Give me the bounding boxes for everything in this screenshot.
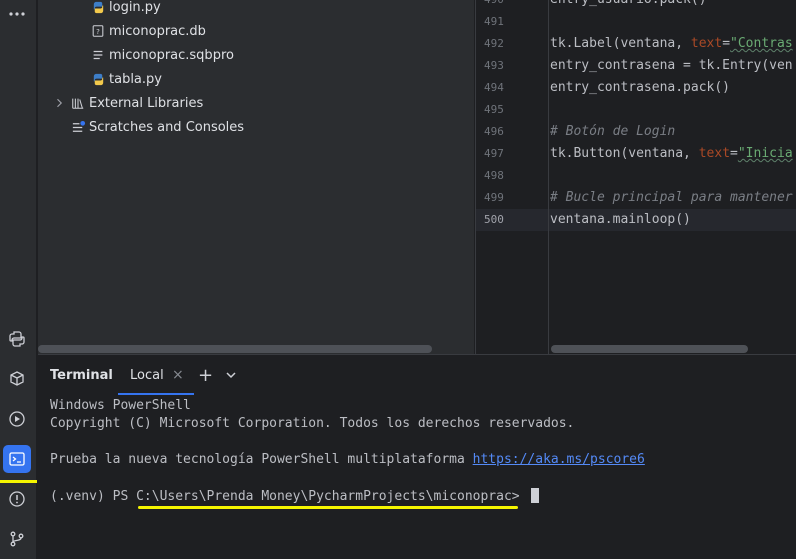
line-number: 494 — [484, 81, 504, 94]
line-number-gutter: 490 491 492 493 494 495 496 497 498 499 500 — [476, 0, 548, 354]
tool-window-strip — [0, 0, 37, 559]
code-line: # Bucle principal para mantener — [550, 190, 793, 205]
git-icon[interactable] — [3, 525, 31, 553]
code-comment: # Bucle principal para mantener — [550, 190, 793, 205]
library-icon — [70, 95, 86, 111]
path-highlight-underline — [138, 506, 518, 509]
code-line: tk.Label(ventana, text="Contras — [550, 36, 793, 51]
svg-text:?: ? — [96, 28, 100, 36]
code-line: # Botón de Login — [550, 124, 675, 139]
more-icon[interactable] — [3, 0, 31, 28]
scratches-icon — [70, 119, 86, 135]
terminal-prompt: (.venv) PS C:\Users\Prenda Money\Pycharm… — [50, 489, 528, 504]
active-tab-indicator — [118, 393, 194, 395]
terminal-panel: Terminal Local × + Windows PowerShell Co… — [38, 355, 796, 559]
code-token: = — [722, 36, 731, 51]
terminal-line: Prueba la nueva tecnología PowerShell mu… — [50, 452, 645, 467]
tree-item-label: Scratches and Consoles — [89, 119, 245, 135]
unknown-file-icon: ? — [90, 23, 106, 39]
gutter-separator — [548, 0, 549, 354]
tree-item-external-libraries[interactable]: External Libraries — [52, 92, 203, 114]
python-packages-icon[interactable] — [3, 365, 31, 393]
tab-local[interactable]: Local × — [118, 355, 194, 395]
code-token: ventana.mainloop() — [550, 212, 691, 227]
close-icon[interactable]: × — [172, 367, 184, 383]
code-comment: # Botón de Login — [550, 124, 676, 139]
editor-horizontal-scrollbar[interactable] — [551, 345, 748, 353]
code-line: entry_usuario.pack() — [550, 0, 707, 7]
line-number: 491 — [484, 15, 504, 28]
code-line: entry_contrasena = tk.Entry(ven — [550, 58, 793, 73]
code-editor[interactable]: 490 491 492 493 494 495 496 497 498 499 500 entry_… — [475, 0, 796, 354]
terminal-line: Copyright (C) Microsoft Corporation. Tod… — [50, 416, 575, 431]
terminal-prompt-line[interactable]: (.venv) PS C:\Users\Prenda Money\Pycharm… — [50, 488, 540, 504]
tree-item-miconoprac-sqbpro[interactable]: miconoprac.sqbpro — [90, 44, 234, 66]
chevron-down-icon[interactable] — [224, 367, 238, 381]
line-number: 496 — [484, 125, 504, 138]
text-file-icon — [90, 47, 106, 63]
tree-item-label: tabla.py — [109, 71, 162, 87]
line-number: 497 — [484, 147, 504, 160]
highlight-underline-mark — [0, 480, 37, 483]
code-token: tk.Label(ventana, — [550, 36, 691, 51]
code-token: entry_usuario.pack() — [550, 0, 707, 7]
python-file-icon — [90, 0, 106, 15]
terminal-title: Terminal — [50, 368, 113, 383]
services-icon[interactable] — [3, 405, 31, 433]
new-tab-button[interactable]: + — [198, 365, 213, 386]
line-number: 498 — [484, 169, 504, 182]
terminal-text: Prueba la nueva tecnología PowerShell mu… — [50, 452, 473, 467]
tab-local-label: Local — [130, 368, 164, 383]
code-token: entry_contrasena.pack() — [550, 80, 731, 95]
tree-item-label: login.py — [109, 0, 161, 15]
code-string: "Inicia — [737, 146, 793, 161]
tree-item-label: miconoprac.db — [109, 23, 206, 39]
python-file-icon — [90, 71, 106, 87]
line-number: 490 — [484, 0, 504, 6]
code-token: entry_contrasena = tk.Entry(ven — [550, 58, 793, 73]
chevron-right-icon[interactable] — [52, 95, 66, 111]
code-keyword-arg: text — [698, 146, 731, 161]
code-keyword-arg: text — [690, 36, 723, 51]
tree-item-scratches-and-consoles[interactable]: Scratches and Consoles — [70, 116, 244, 138]
line-number: 499 — [484, 191, 504, 204]
code-line: ventana.mainloop() — [550, 212, 691, 227]
python-console-icon[interactable] — [3, 325, 31, 353]
tree-item-miconoprac-db[interactable]: ? miconoprac.db — [90, 20, 206, 42]
problems-icon[interactable] — [3, 485, 31, 513]
tree-horizontal-scrollbar[interactable] — [38, 345, 432, 353]
tree-item-label: miconoprac.sqbpro — [109, 47, 234, 63]
line-number: 493 — [484, 59, 504, 72]
tree-item-login-py[interactable]: login.py — [90, 0, 161, 18]
code-token: = — [730, 146, 738, 161]
tree-item-label: External Libraries — [89, 95, 204, 111]
pscore6-link[interactable]: https://aka.ms/pscore6 — [473, 452, 645, 467]
tree-item-tabla-py[interactable]: tabla.py — [90, 68, 162, 90]
terminal-tab-bar: Terminal Local × + — [38, 355, 796, 395]
line-number: 492 — [484, 37, 504, 50]
project-tree: login.py ? miconoprac.db miconoprac.sqbp… — [38, 0, 474, 354]
line-number: 495 — [484, 103, 504, 116]
code-string: "Contras — [730, 36, 793, 51]
code-line: tk.Button(ventana, text="Inicia — [550, 146, 793, 161]
code-token: tk.Button(ventana, — [550, 146, 699, 161]
line-number: 500 — [484, 213, 504, 226]
terminal-line: Windows PowerShell — [50, 398, 191, 413]
terminal-icon[interactable] — [3, 445, 31, 473]
terminal-caret — [531, 488, 540, 503]
code-line: entry_contrasena.pack() — [550, 80, 730, 95]
